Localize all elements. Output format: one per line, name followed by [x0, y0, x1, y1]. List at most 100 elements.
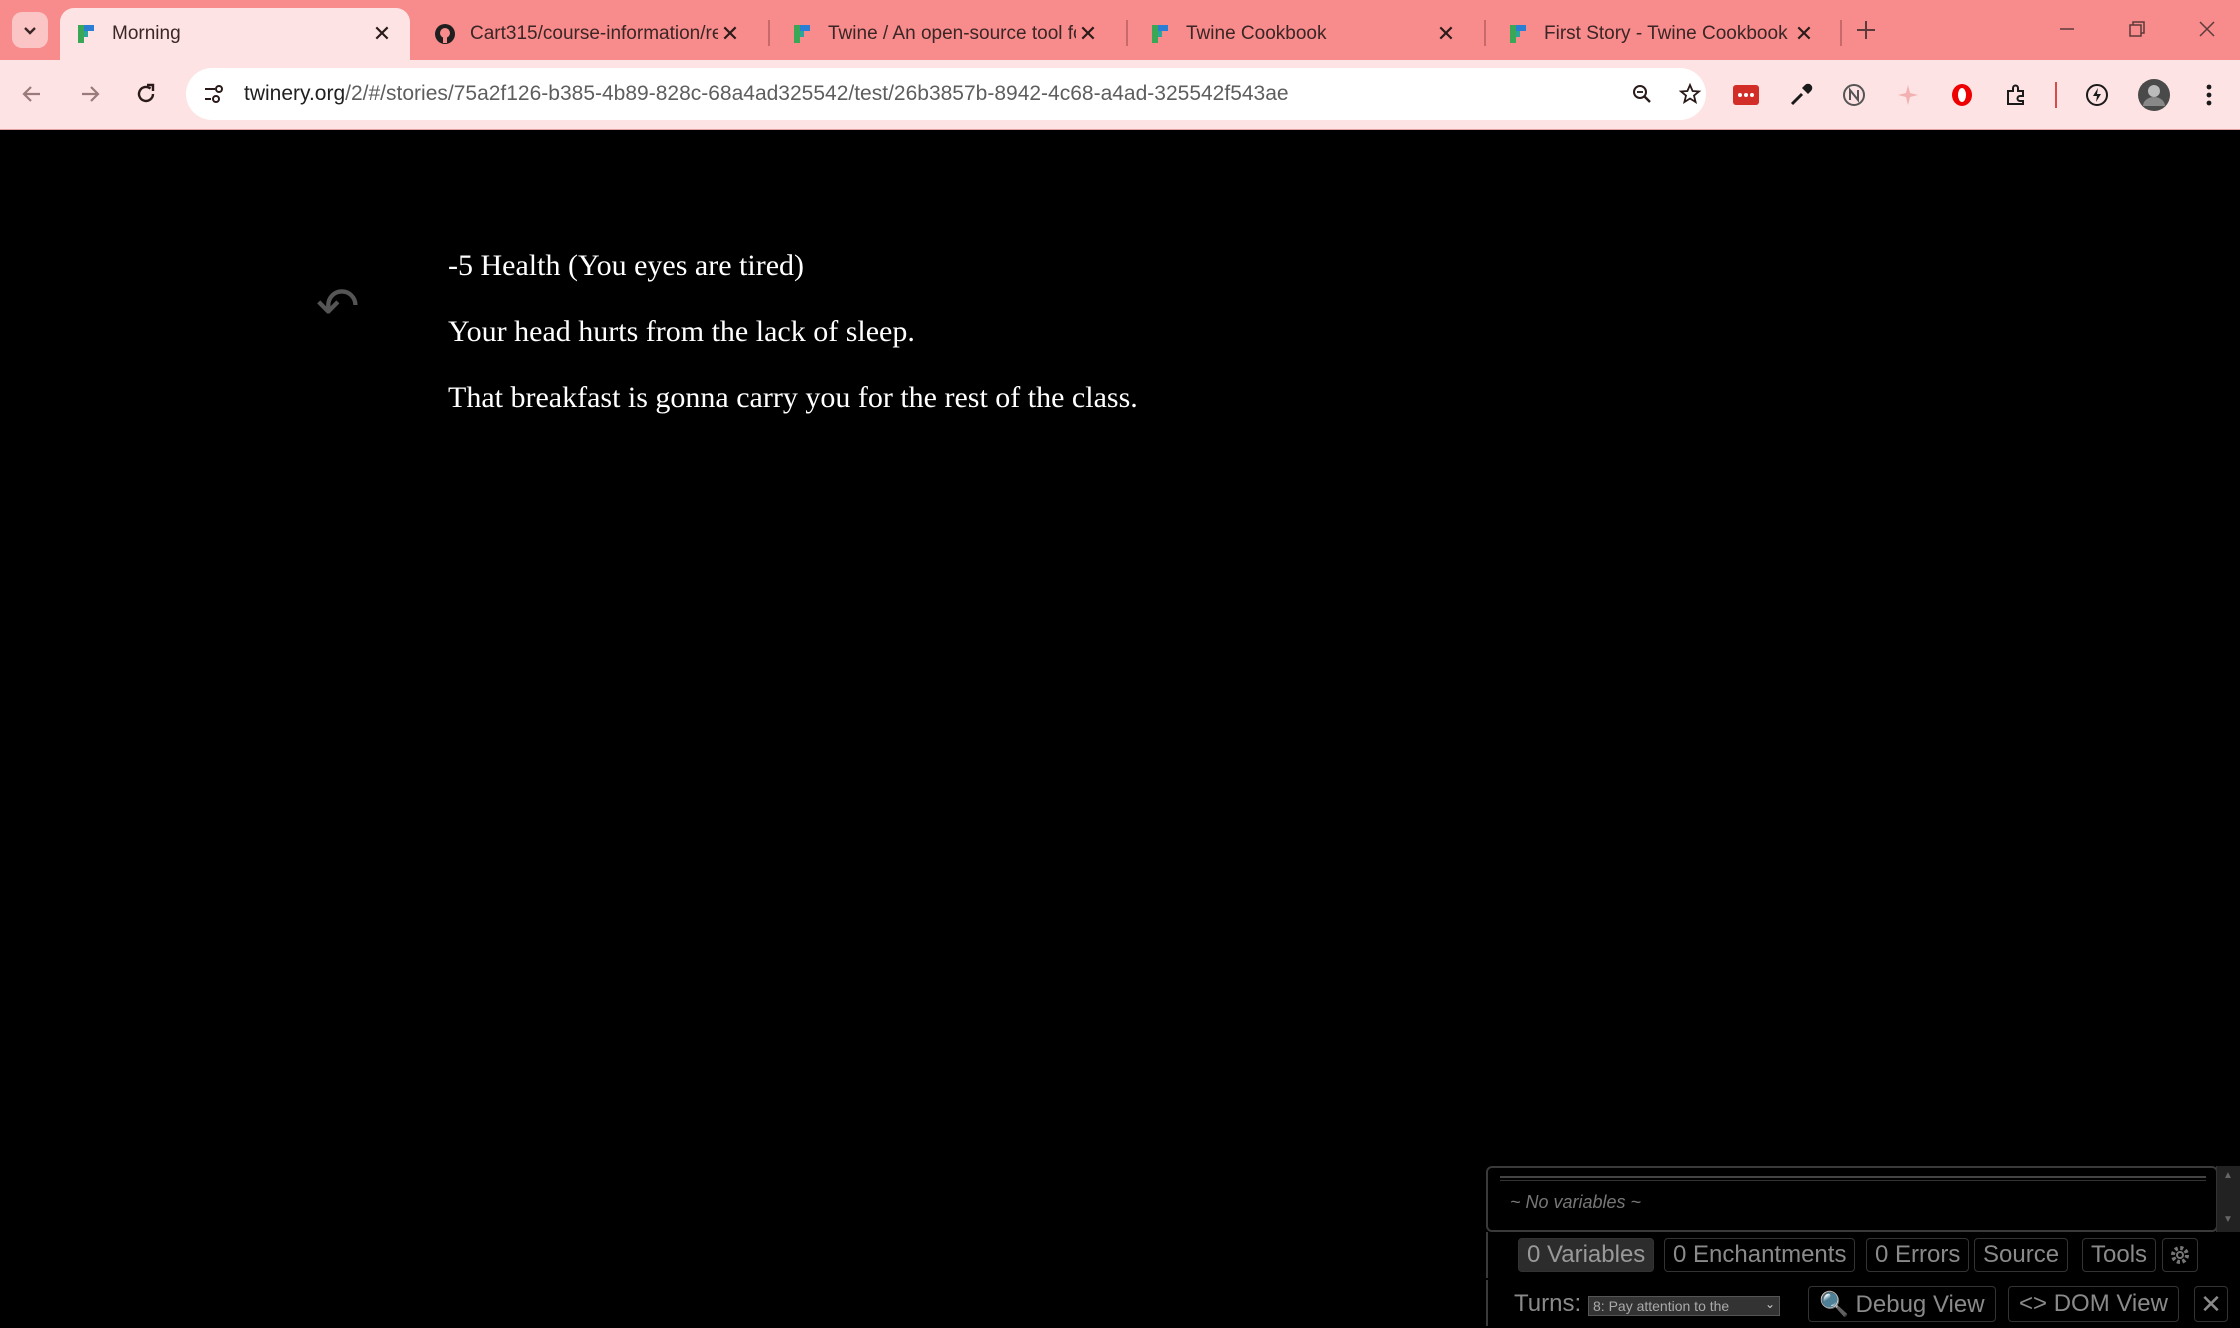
close-icon[interactable]: ✕ [718, 21, 742, 46]
tab-separator [1484, 20, 1486, 46]
window-close-button[interactable] [2182, 8, 2232, 50]
passage-line: That breakfast is gonna carry you for th… [448, 381, 1138, 414]
tab-tools[interactable]: Tools [2082, 1238, 2157, 1272]
tab-twine-cookbook[interactable]: Twine Cookbook ✕ [1134, 8, 1474, 60]
sparkle-icon [1898, 85, 1918, 105]
tab-title: Twine Cookbook [1186, 23, 1327, 44]
new-tab-button[interactable] [1850, 14, 1882, 46]
github-icon [435, 24, 455, 44]
plus-icon [1857, 21, 1875, 39]
reload-icon [137, 83, 155, 103]
turns-label: Turns: [1514, 1290, 1582, 1317]
debug-turns-row: Turns: 8: Pay attention to the ⌄ 🔍 Debug… [1486, 1280, 2240, 1326]
toolbar-separator [2055, 82, 2057, 108]
address-bar[interactable]: twinery.org/2/#/stories/75a2f126-b385-4b… [186, 68, 1706, 120]
tab-separator [1840, 20, 1842, 46]
tab-title: First Story - Twine Cookbook [1544, 23, 1788, 44]
more-vertical-icon [2206, 84, 2212, 106]
settings-button[interactable] [2162, 1238, 2198, 1272]
extension-eyedropper[interactable] [1782, 76, 1820, 114]
extension-lastpass[interactable] [1727, 76, 1765, 114]
extensions-button[interactable] [1997, 76, 2035, 114]
lastpass-icon [1733, 85, 1759, 105]
eyedropper-icon [1790, 83, 1813, 106]
tab-title: Morning [112, 23, 181, 44]
zoom-button[interactable] [1622, 74, 1662, 114]
scrollbar[interactable]: ▲ ▼ [2216, 1166, 2240, 1232]
close-icon[interactable]: ✕ [370, 21, 394, 46]
url-domain: twinery.org [244, 82, 346, 105]
divider [1500, 1176, 2206, 1178]
tab-separator [1126, 20, 1128, 46]
zoom-icon [1633, 85, 1651, 103]
variables-pane: ~ No variables ~ [1486, 1166, 2218, 1232]
no-variables-text: ~ No variables ~ [1510, 1192, 1642, 1212]
forward-button[interactable] [70, 74, 110, 114]
menu-button[interactable] [2190, 76, 2228, 114]
opera-icon [1952, 84, 1972, 106]
debug-tabs-row: 0 Variables 0 Enchantments 0 Errors Sour… [1486, 1232, 2240, 1278]
tab-first-story[interactable]: First Story - Twine Cookbook ✕ [1492, 8, 1832, 60]
turns-select[interactable]: 8: Pay attention to the ⌄ [1588, 1296, 1780, 1316]
chevron-down-icon: ⌄ [1764, 1297, 1775, 1311]
scroll-up-icon[interactable]: ▲ [2223, 1170, 2233, 1181]
restore-button[interactable] [2112, 8, 2162, 50]
passage-line: -5 Health (You eyes are tired) [448, 249, 805, 282]
arrow-left-icon [22, 86, 40, 102]
undo-icon[interactable]: ↶ [316, 281, 360, 333]
twine-favicon-icon [1510, 25, 1526, 43]
back-button[interactable] [12, 74, 52, 114]
close-debug-button[interactable]: ✕ [2194, 1286, 2228, 1322]
extension-n[interactable] [1835, 76, 1873, 114]
tab-title: Cart315/course-information/re [470, 23, 718, 44]
site-info-button[interactable] [194, 74, 234, 114]
tab-enchantments[interactable]: 0 Enchantments [1664, 1238, 1856, 1272]
close-icon [2199, 21, 2215, 37]
puzzle-icon [2007, 84, 2024, 105]
lightning-circle-icon [2086, 84, 2108, 106]
passage: -5 Health (You eyes are tired) Your head… [448, 246, 1748, 444]
twine-favicon-icon [1152, 25, 1168, 43]
close-icon[interactable]: ✕ [1792, 21, 1816, 46]
tab-strip: Morning ✕ Cart315/course-information/re … [0, 0, 2240, 60]
arrow-right-icon [82, 86, 100, 102]
url-path: /2/#/stories/75a2f126-b385-4b89-828c-68a… [345, 82, 1289, 105]
twine-favicon-icon [794, 25, 810, 43]
tab-errors[interactable]: 0 Errors [1866, 1238, 1970, 1272]
tab-search-button[interactable] [12, 12, 48, 48]
chevron-down-icon [24, 27, 36, 35]
tab-title: Twine / An open-source tool fo [828, 23, 1076, 44]
bookmark-button[interactable] [1670, 74, 1710, 114]
close-icon[interactable]: ✕ [1076, 21, 1100, 46]
tab-separator [768, 20, 770, 46]
gear-icon [2171, 1246, 2189, 1264]
star-icon [1678, 82, 1702, 104]
tab-source[interactable]: Source [1974, 1238, 2069, 1272]
url-text[interactable]: twinery.org/2/#/stories/75a2f126-b385-4b… [244, 82, 1289, 106]
tab-variables[interactable]: 0 Variables [1518, 1238, 1655, 1272]
story-page: ↶ -5 Health (You eyes are tired) Your he… [0, 131, 2240, 1328]
close-icon[interactable]: ✕ [1434, 21, 1458, 46]
tab-morning[interactable]: Morning ✕ [60, 8, 410, 60]
passage-line: Your head hurts from the lack of sleep. [448, 315, 915, 348]
dom-view-button[interactable]: <> DOM View [2008, 1286, 2179, 1322]
restore-icon [2129, 21, 2145, 37]
debug-view-button[interactable]: 🔍 Debug View [1808, 1286, 1996, 1322]
extension-speed[interactable] [2078, 76, 2116, 114]
scroll-down-icon[interactable]: ▼ [2223, 1214, 2233, 1225]
extension-sparkle[interactable] [1889, 76, 1927, 114]
profile-avatar[interactable] [2135, 76, 2173, 114]
tab-github[interactable]: Cart315/course-information/re ✕ [418, 8, 758, 60]
debug-panel: ~ No variables ~ ▲ ▼ 0 Variables 0 Encha… [1486, 1166, 2240, 1328]
turns-value: 8: Pay attention to the [1593, 1298, 1730, 1314]
divider [1500, 1180, 2206, 1181]
minimize-icon [2060, 28, 2074, 30]
reload-button[interactable] [126, 74, 166, 114]
tab-twine-home[interactable]: Twine / An open-source tool fo ✕ [776, 8, 1116, 60]
minimize-button[interactable] [2042, 8, 2092, 50]
twine-favicon-icon [78, 25, 94, 43]
n-circle-icon [1843, 84, 1865, 106]
extension-opera[interactable] [1943, 76, 1981, 114]
tune-icon [205, 85, 223, 103]
avatar-icon [2138, 79, 2170, 111]
